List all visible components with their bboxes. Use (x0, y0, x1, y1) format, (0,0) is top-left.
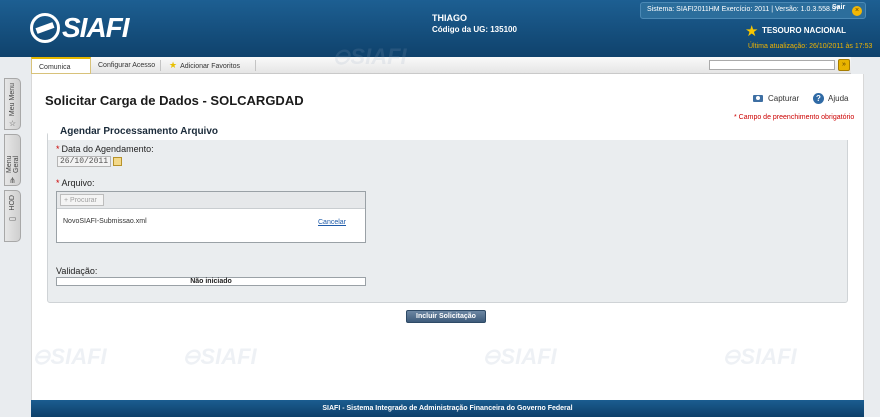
rail-menu-geral-label: Menu Geral (5, 155, 20, 173)
logo-emblem-icon (30, 13, 60, 43)
left-footer-gap (0, 400, 31, 417)
validation-progress-bar: Não iniciado (56, 277, 366, 286)
fieldset-legend: Agendar Processamento Arquivo (56, 126, 223, 137)
ug-info: Código da UG: 135100 (432, 25, 517, 34)
date-label-text: Data do Agendamento: (61, 144, 154, 154)
watermark-logo: ⊖SIAFI (482, 344, 557, 369)
date-field-label: * Data do Agendamento: (56, 144, 154, 154)
tab-comunica[interactable]: Comunica (31, 57, 91, 74)
capturar-label: Capturar (768, 94, 800, 103)
tree-icon: ⋔ (9, 176, 16, 185)
ajuda-button[interactable]: ? Ajuda (813, 93, 848, 104)
watermark-logo: ⊖SIAFI (722, 344, 797, 369)
rail-menu-geral[interactable]: Menu Geral ⋔ (4, 134, 21, 186)
tesouro-star-icon: ★ (745, 23, 759, 40)
search-go-button[interactable]: » (838, 59, 850, 71)
required-marker: * (56, 144, 60, 154)
help-icon: ? (813, 93, 824, 104)
file-upload-box: + Procurar NovoSIAFI-Submissao.xml Cance… (56, 191, 366, 243)
required-marker: * (56, 178, 60, 188)
tab-adicionar-favoritos[interactable]: ★ Adicionar Favoritos (162, 57, 247, 74)
file-label-text: Arquivo: (61, 178, 95, 188)
incluir-solicitacao-button[interactable]: Incluir Solicitação (406, 310, 486, 323)
page-title: Solicitar Carga de Dados - SOLCARGDAD (45, 93, 304, 108)
tesouro-label: TESOURO NACIONAL (762, 26, 846, 35)
uploaded-file-name: NovoSIAFI-Submissao.xml (63, 218, 147, 225)
ug-label: Código da UG: (432, 25, 488, 34)
favorite-star-icon: ★ (169, 60, 178, 70)
rail-hod[interactable]: HOD ▭ (4, 190, 21, 242)
user-name: THIAGO (432, 13, 467, 23)
search-input[interactable] (709, 60, 835, 70)
rail-meu-menu-label: Meu Menu (9, 83, 16, 117)
tab-favoritos-label: Adicionar Favoritos (180, 63, 240, 70)
date-input[interactable]: 26/10/2011 (57, 156, 111, 167)
last-update: Última atualização: 26/10/2011 às 17:53 (748, 43, 873, 50)
star-icon: ☆ (8, 119, 17, 129)
rail-hod-label: HOD (9, 195, 16, 211)
browse-button[interactable]: + Procurar (60, 194, 104, 206)
logout-icon[interactable]: × (852, 6, 862, 16)
tab-divider (255, 60, 256, 71)
logout-button[interactable]: Sair (832, 4, 845, 11)
tab-configurar-acesso[interactable]: Configurar Acesso (91, 57, 162, 74)
capturar-button[interactable]: Capturar (753, 94, 799, 103)
left-rail: Meu Menu ☆ Menu Geral ⋔ HOD ▭ (4, 78, 22, 246)
siafi-logo: SIAFI (30, 12, 130, 44)
app-header: SIAFI THIAGO Código da UG: 135100 Sistem… (0, 0, 880, 57)
cancel-upload-link[interactable]: Cancelar (318, 219, 346, 226)
monitor-icon: ▭ (8, 213, 17, 223)
tab-divider (160, 60, 161, 71)
logo-text: SIAFI (62, 12, 130, 43)
calendar-icon[interactable] (113, 157, 122, 166)
main-content: ⊖SIAFI ⊖SIAFI ⊖SIAFI ⊖SIAFI ⊖SIAFI ⊖SIAF… (31, 44, 864, 400)
agendar-fieldset: Agendar Processamento Arquivo * Data do A… (47, 126, 849, 303)
browse-label: Procurar (70, 197, 97, 204)
ajuda-label: Ajuda (828, 94, 849, 103)
file-field-label: * Arquivo: (56, 178, 95, 188)
system-info: Sistema: SIAFI2011HM Exercício: 2011 | V… (647, 6, 840, 13)
camera-icon (753, 95, 763, 102)
watermark-logo: ⊖SIAFI (32, 344, 107, 369)
validation-status: Não iniciado (190, 278, 232, 285)
required-field-note: * Campo de preenchimento obrigatório (734, 114, 855, 121)
validation-label: Validação: (56, 266, 98, 276)
rail-meu-menu[interactable]: Meu Menu ☆ (4, 78, 21, 130)
app-footer: SIAFI - Sistema Integrado de Administraç… (31, 400, 864, 417)
ug-value: 135100 (490, 25, 517, 34)
system-info-bar: Sistema: SIAFI2011HM Exercício: 2011 | V… (640, 2, 866, 19)
watermark-logo: ⊖SIAFI (182, 344, 257, 369)
upload-toolbar: + Procurar (57, 192, 365, 209)
